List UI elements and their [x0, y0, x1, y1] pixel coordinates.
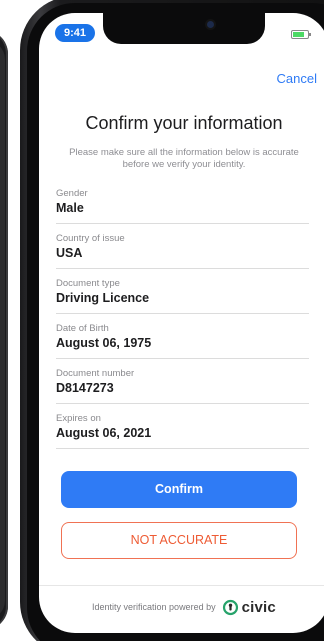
cancel-button[interactable]: Cancel — [277, 71, 317, 86]
field-label: Country of issue — [56, 233, 125, 244]
list-scroll-fade — [39, 449, 324, 469]
field-document-type: Document type Driving Licence — [56, 269, 309, 314]
civic-logo-icon — [222, 599, 238, 615]
field-label: Gender — [56, 188, 88, 199]
field-value: D8147273 — [56, 381, 114, 395]
civic-logo: civic — [222, 599, 276, 616]
not-accurate-button[interactable]: NOT ACCURATE — [61, 522, 297, 559]
adjacent-phone-frame — [0, 30, 8, 630]
field-value: August 06, 2021 — [56, 426, 152, 440]
screenshot-stage: 9:41 Cancel Confirm your information Ple… — [0, 0, 324, 641]
page-subtitle: Please make sure all the information bel… — [69, 147, 299, 170]
powered-by-text: Identity verification powered by — [92, 602, 216, 612]
field-value: Male — [56, 201, 84, 215]
field-label: Document type — [56, 278, 120, 289]
adjacent-phone-screen — [0, 40, 5, 620]
field-label: Document number — [56, 368, 135, 379]
field-date-of-birth: Date of Birth August 06, 1975 — [56, 314, 309, 359]
footer: Identity verification powered by civic — [39, 596, 324, 618]
phone-screen: 9:41 Cancel Confirm your information Ple… — [39, 13, 324, 633]
confirm-button[interactable]: Confirm — [61, 471, 297, 508]
front-camera — [207, 21, 214, 28]
status-time: 9:41 — [55, 24, 96, 42]
battery-icon — [291, 30, 311, 39]
notch — [103, 13, 265, 44]
field-expires-on: Expires on August 06, 2021 — [56, 404, 309, 449]
field-country-of-issue: Country of issue USA — [56, 224, 309, 269]
civic-logo-text: civic — [241, 598, 276, 616]
field-value: USA — [56, 246, 83, 260]
information-list: Gender Male Country of issue USA Documen… — [56, 179, 309, 449]
battery-level — [293, 32, 305, 37]
field-gender: Gender Male — [56, 179, 309, 224]
field-label: Expires on — [56, 413, 101, 424]
footer-divider — [39, 585, 324, 586]
field-value: August 06, 1975 — [56, 336, 152, 350]
field-value: Driving Licence — [56, 291, 150, 305]
page-title: Confirm your information — [85, 113, 283, 133]
field-label: Date of Birth — [56, 323, 109, 334]
field-document-number: Document number D8147273 — [56, 359, 309, 404]
